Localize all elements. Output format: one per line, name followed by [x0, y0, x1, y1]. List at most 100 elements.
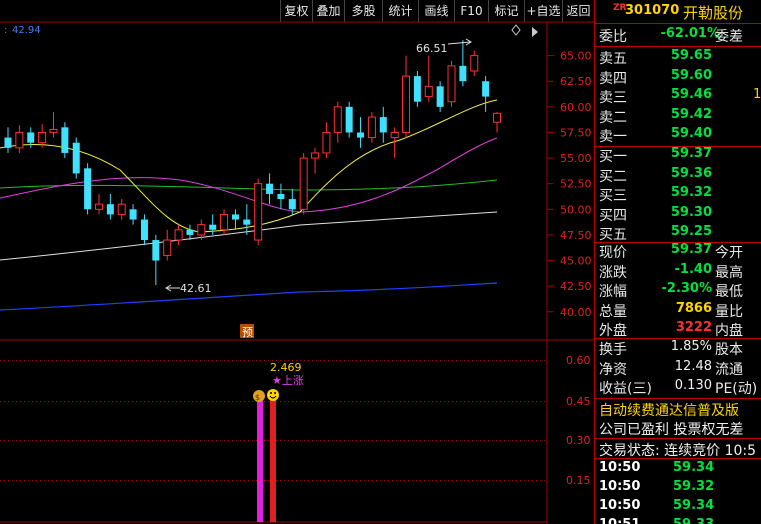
- ytick-label: 60.00: [560, 101, 592, 114]
- quote-row[interactable]: 现价 59.37 今开: [595, 242, 761, 262]
- stat-row[interactable]: 收益(三) 0.130 PE(动): [595, 378, 761, 398]
- collapse-arrow-icon[interactable]: [532, 27, 538, 37]
- quote-row[interactable]: 外盘 3222 内盘: [595, 320, 761, 340]
- quote-row[interactable]: 涨跌 -1.40 最高: [595, 262, 761, 282]
- notice-line-1[interactable]: 自动续费通达信普及版: [599, 400, 739, 420]
- candle-body: [4, 137, 12, 148]
- grid-dot: [140, 360, 141, 361]
- stat-row[interactable]: 净资 12.48 流通: [595, 359, 761, 379]
- grid-dot: [196, 401, 197, 402]
- grid-dot: [432, 440, 433, 441]
- grid-dot: [512, 480, 513, 481]
- notice-line-2[interactable]: 公司已盈利 投票权无差: [599, 419, 743, 439]
- grid-dot: [320, 401, 321, 402]
- grid-dot: [176, 360, 177, 361]
- candle-body: [299, 157, 308, 210]
- grid-dot: [16, 401, 17, 402]
- ma-value-label: 42.94: [12, 25, 41, 36]
- grid-dot: [32, 480, 33, 481]
- grid-dot: [408, 401, 409, 402]
- grid-dot: [76, 401, 77, 402]
- grid-dot: [360, 360, 361, 361]
- grid-dot: [112, 480, 113, 481]
- grid-dot: [372, 480, 373, 481]
- grid-dot: [124, 440, 125, 441]
- ask-row-value: 59.65: [670, 48, 712, 63]
- grid-dot: [164, 360, 165, 361]
- grid-dot: [408, 480, 409, 481]
- grid-dot: [204, 480, 205, 481]
- kline-chart[interactable]: 65.00 62.50 60.00 57.50 55.00 52.50 50.00 47.50…: [0, 0, 594, 524]
- grid-dot: [192, 480, 193, 481]
- grid-dot: [40, 480, 41, 481]
- grid-dot: [352, 480, 353, 481]
- stat-row-label: 收益(三): [599, 381, 652, 397]
- bid-row[interactable]: 买四 59.30: [595, 205, 761, 225]
- grid-dot: [252, 480, 253, 481]
- grid-dot: [112, 401, 113, 402]
- tick-time: 10:51: [599, 517, 640, 524]
- candle-body: [447, 65, 456, 103]
- grid-dot: [404, 360, 405, 361]
- ask-row[interactable]: 卖三 59.46 1: [595, 87, 761, 107]
- candle-body: [152, 240, 160, 261]
- grid-dot: [236, 401, 237, 402]
- grid-dot: [84, 360, 85, 361]
- grid-dot: [8, 360, 9, 361]
- grid-dot: [180, 440, 181, 441]
- candle-body: [254, 183, 263, 241]
- grid-dot: [408, 360, 409, 361]
- main-yaxis: 65.00 62.50 60.00 57.50 55.00 52.50 50.00 47.50…: [547, 50, 592, 319]
- bid-row[interactable]: 买一 59.37: [595, 146, 761, 166]
- grid-dot: [368, 401, 369, 402]
- grid-dot: [220, 440, 221, 441]
- quote-row[interactable]: 涨幅 -2.30% 最低: [595, 281, 761, 301]
- grid-dot: [412, 360, 413, 361]
- divider: [595, 438, 761, 439]
- bid-row[interactable]: 买二 59.36: [595, 166, 761, 186]
- grid-dot: [100, 401, 101, 402]
- grid-dot: [528, 401, 529, 402]
- bid-row-value: 59.36: [670, 165, 712, 181]
- grid-dot: [88, 480, 89, 481]
- quote-row[interactable]: 总量 7866 量比: [595, 301, 761, 321]
- grid-dot: [188, 440, 189, 441]
- candle-body: [231, 214, 239, 220]
- grid-dot: [92, 401, 93, 402]
- grid-dot: [244, 401, 245, 402]
- grid-dot: [476, 401, 477, 402]
- grid-dot: [20, 480, 21, 481]
- candle-body: [402, 75, 411, 133]
- grid-dot: [232, 440, 233, 441]
- bid-row[interactable]: 买三 59.32: [595, 185, 761, 205]
- grid-dot: [152, 401, 153, 402]
- grid-dot: [220, 480, 221, 481]
- ask-row[interactable]: 卖二 59.42: [595, 107, 761, 127]
- grid-dot: [372, 360, 373, 361]
- grid-dot: [280, 440, 281, 441]
- stat-row[interactable]: 换手 1.85% 股本: [595, 339, 761, 359]
- diamond-icon[interactable]: [511, 24, 521, 36]
- grid-dot: [400, 401, 401, 402]
- bid-row-value: 59.32: [670, 185, 712, 200]
- grid-dot: [536, 480, 537, 481]
- grid-dot: [80, 440, 81, 441]
- grid-dot: [192, 440, 193, 441]
- ask-row[interactable]: 卖五 59.65: [595, 48, 761, 68]
- grid-dot: [48, 440, 49, 441]
- grid-dot: [16, 440, 17, 441]
- grid-dot: [544, 480, 545, 481]
- grid-dot: [128, 360, 129, 361]
- grid-dot: [524, 360, 525, 361]
- candle-body: [459, 65, 467, 82]
- ask-row[interactable]: 卖一 59.40: [595, 126, 761, 146]
- bid-row[interactable]: 买五 59.25: [595, 224, 761, 244]
- grid-dot: [176, 480, 177, 481]
- quote-row-value: -2.30%: [661, 281, 713, 296]
- grid-dot: [136, 440, 137, 441]
- grid-dot: [248, 360, 249, 361]
- grid-dot: [392, 360, 393, 361]
- grid-dot: [220, 360, 221, 361]
- ask-row[interactable]: 卖四 59.60: [595, 68, 761, 88]
- ytick-label: 47.50: [560, 229, 592, 242]
